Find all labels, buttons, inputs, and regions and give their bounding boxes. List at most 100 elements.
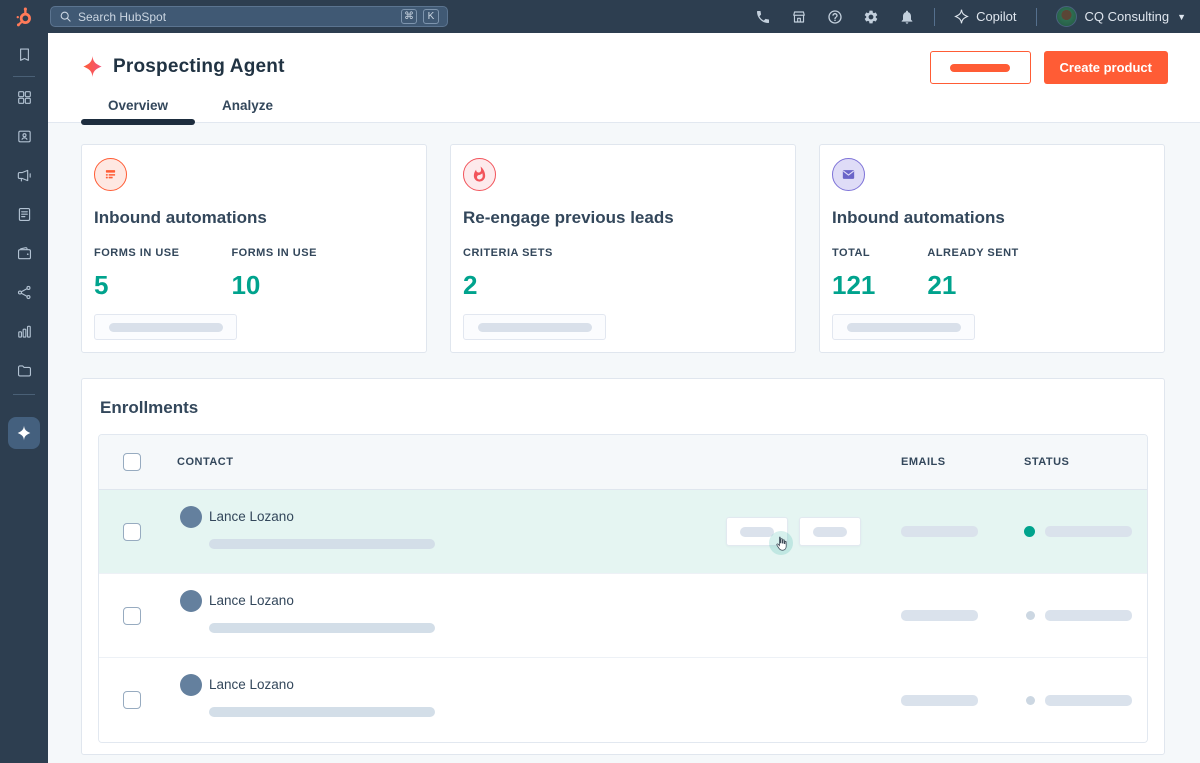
sparkle-icon — [16, 425, 32, 441]
top-navbar: ⌘ K Copilot CQ Consulting ▼ — [0, 0, 1200, 33]
account-menu[interactable]: CQ Consulting ▼ — [1056, 6, 1186, 27]
envelope-icon — [832, 158, 865, 191]
stat-cards-row: Inbound automations FORMS IN USE 5 FORMS… — [81, 144, 1165, 353]
card-inbound-automations-forms: Inbound automations FORMS IN USE 5 FORMS… — [81, 144, 427, 353]
tab-bar: Overview Analyze — [81, 92, 300, 122]
skeleton-bar — [209, 539, 435, 549]
skeleton-bar — [1045, 526, 1132, 537]
settings-icon[interactable] — [862, 8, 879, 25]
sidebar-item-content[interactable] — [16, 206, 33, 223]
tab-overview[interactable]: Overview — [81, 92, 195, 122]
copilot-sparkle-icon — [954, 9, 969, 24]
card-title: Inbound automations — [832, 208, 1152, 228]
global-search[interactable]: ⌘ K — [50, 6, 448, 27]
marketplace-icon[interactable] — [790, 8, 807, 25]
stat-label: TOTAL — [832, 247, 875, 259]
stat-value: 2 — [463, 270, 553, 301]
contact-name[interactable]: Lance Lozano — [209, 506, 435, 528]
stat: TOTAL 121 — [832, 247, 875, 301]
copilot-button[interactable]: Copilot — [954, 9, 1016, 24]
sidebar-divider — [13, 76, 35, 77]
sidebar-item-ai-agents[interactable] — [8, 417, 40, 449]
notifications-icon[interactable] — [898, 8, 915, 25]
row-checkbox[interactable] — [123, 607, 141, 625]
stat-label: CRITERIA SETS — [463, 247, 553, 259]
select-all-checkbox[interactable] — [123, 453, 141, 471]
status-dot — [1026, 611, 1035, 620]
folder-icon — [16, 362, 33, 379]
sidebar-item-marketing[interactable] — [16, 167, 33, 184]
card-title: Re-engage previous leads — [463, 208, 783, 228]
column-header-emails[interactable]: EMAILS — [901, 456, 1024, 468]
left-sidebar — [0, 33, 48, 763]
card-action-button[interactable] — [94, 314, 237, 340]
row-action-button[interactable] — [799, 517, 861, 546]
document-icon — [16, 206, 33, 223]
card-action-button[interactable] — [463, 314, 606, 340]
status-dot — [1024, 526, 1035, 537]
column-header-contact[interactable]: CONTACT — [171, 456, 901, 468]
bookmark-icon — [16, 46, 33, 63]
sidebar-item-bookmarks[interactable] — [16, 46, 33, 63]
table-header-row: CONTACT EMAILS STATUS — [99, 435, 1147, 490]
avatar — [180, 590, 202, 612]
tab-analyze[interactable]: Analyze — [195, 92, 300, 122]
contact-name[interactable]: Lance Lozano — [209, 674, 435, 696]
table-row[interactable]: Lance Lozano — [99, 658, 1147, 742]
sidebar-item-commerce[interactable] — [16, 245, 33, 262]
page-title: Prospecting Agent — [113, 56, 285, 78]
account-avatar — [1056, 6, 1077, 27]
megaphone-icon — [16, 167, 33, 184]
skeleton-bar — [1045, 695, 1132, 706]
skeleton-bar — [901, 610, 978, 621]
sidebar-divider — [13, 394, 35, 395]
enrollments-section: Enrollments CONTACT EMAILS STATUS Lance … — [81, 378, 1165, 755]
avatar — [180, 674, 202, 696]
nav-divider — [934, 8, 935, 26]
enrollments-table: CONTACT EMAILS STATUS Lance Lozano — [98, 434, 1148, 743]
contact-card-icon — [16, 128, 33, 145]
stat-label: FORMS IN USE — [231, 247, 316, 259]
copilot-label: Copilot — [976, 9, 1016, 24]
status-dot — [1026, 696, 1035, 705]
workflow-icon — [16, 284, 33, 301]
skeleton-bar — [740, 527, 774, 537]
sidebar-item-contacts[interactable] — [16, 128, 33, 145]
search-input[interactable] — [78, 10, 395, 24]
skeleton-bar — [478, 323, 592, 332]
main-content: Prospecting Agent Create product Overvie… — [48, 33, 1200, 763]
help-icon[interactable] — [826, 8, 843, 25]
sidebar-item-automations[interactable] — [16, 284, 33, 301]
column-header-status[interactable]: STATUS — [1024, 456, 1147, 468]
skeleton-bar — [901, 695, 978, 706]
stat: ALREADY SENT 21 — [927, 247, 1018, 301]
nav-divider — [1036, 8, 1037, 26]
skeleton-bar — [901, 526, 978, 537]
row-checkbox[interactable] — [123, 691, 141, 709]
card-title: Inbound automations — [94, 208, 414, 228]
table-row[interactable]: Lance Lozano — [99, 574, 1147, 658]
sidebar-item-workspaces[interactable] — [16, 89, 33, 106]
skeleton-bar — [813, 527, 847, 537]
phone-icon[interactable] — [754, 8, 771, 25]
card-action-button[interactable] — [832, 314, 975, 340]
avatar — [180, 506, 202, 528]
hubspot-logo-icon[interactable] — [0, 6, 48, 28]
form-icon — [94, 158, 127, 191]
skeleton-bar — [1045, 610, 1132, 621]
sidebar-item-reporting[interactable] — [16, 323, 33, 340]
contact-name[interactable]: Lance Lozano — [209, 590, 435, 612]
row-checkbox[interactable] — [123, 523, 141, 541]
card-inbound-automations-emails: Inbound automations TOTAL 121 ALREADY SE… — [819, 144, 1165, 353]
stat: FORMS IN USE 10 — [231, 247, 316, 301]
sidebar-item-files[interactable] — [16, 362, 33, 379]
table-row[interactable]: Lance Lozano — [99, 490, 1147, 574]
secondary-action-button[interactable] — [930, 51, 1031, 84]
stat-value: 10 — [231, 270, 316, 301]
create-product-button[interactable]: Create product — [1044, 51, 1168, 84]
stat-value: 121 — [832, 270, 875, 301]
skeleton-bar — [209, 623, 435, 633]
stat-value: 21 — [927, 270, 1018, 301]
skeleton-bar — [950, 64, 1010, 72]
k-key-badge: K — [423, 9, 439, 24]
